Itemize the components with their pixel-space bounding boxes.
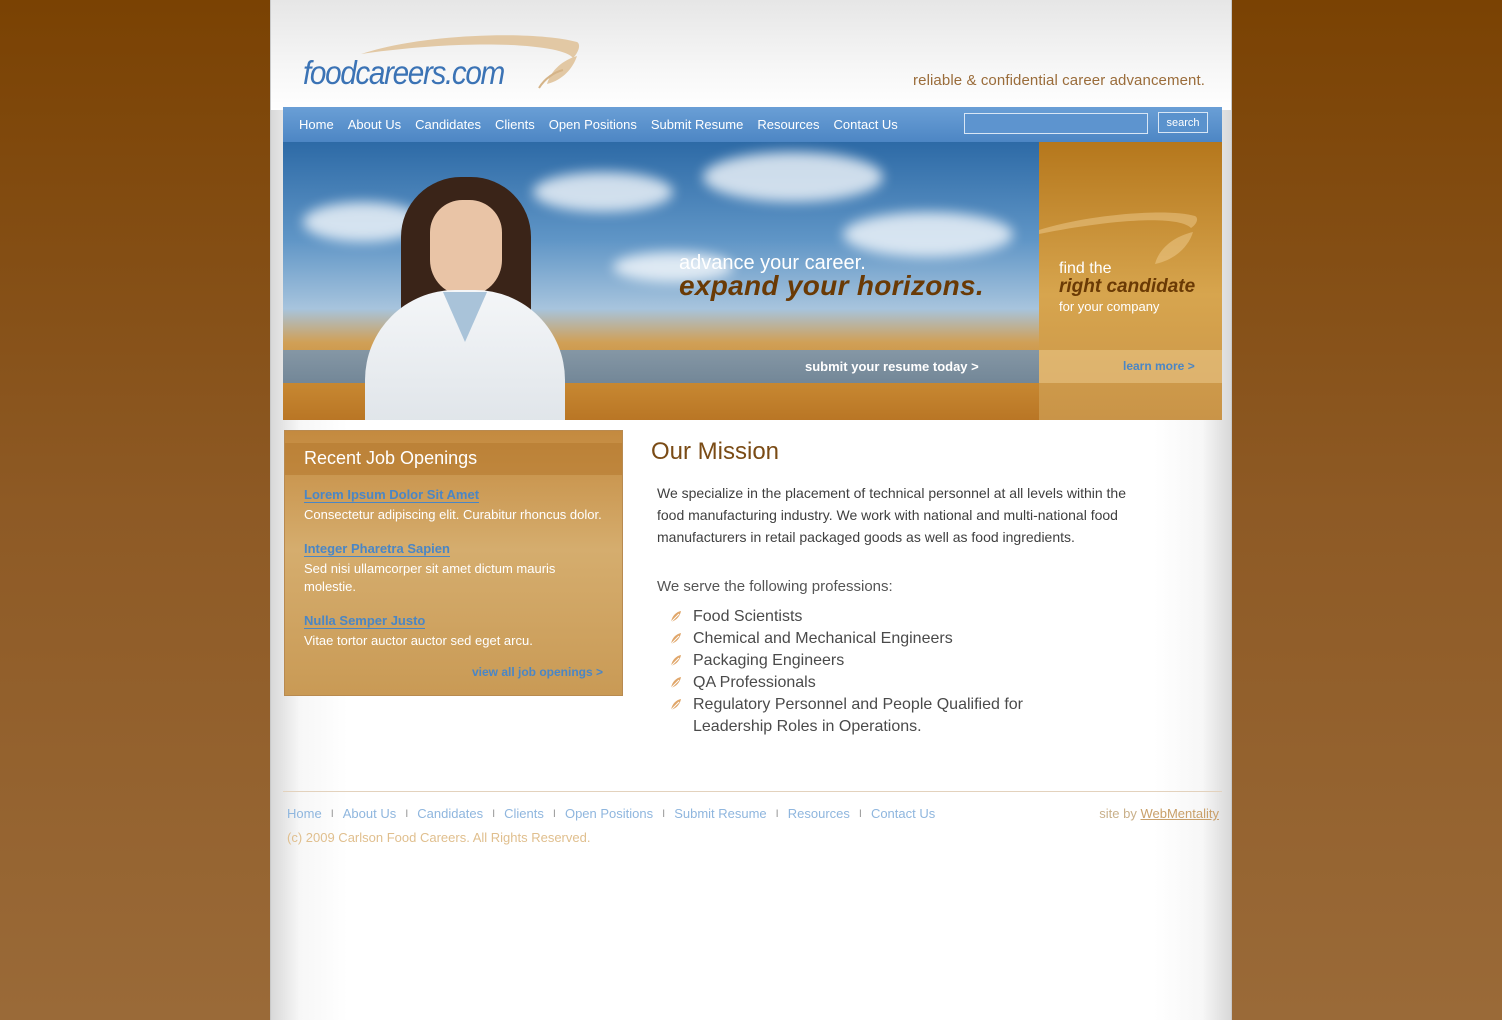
footer-separator: I — [662, 807, 666, 820]
mission-text: We specialize in the placement of techni… — [657, 485, 1126, 545]
job-item: Nulla Semper Justo Vitae tortor auctor a… — [304, 612, 609, 650]
nav-contact-us[interactable]: Contact Us — [827, 107, 905, 142]
nav-home[interactable]: Home — [292, 107, 341, 142]
job-title-link[interactable]: Nulla Semper Justo — [304, 613, 426, 629]
footer-link-home[interactable]: Home — [287, 806, 322, 821]
footer-separator: I — [858, 807, 862, 820]
profession-label: Regulatory Personnel and People Qualifie… — [693, 696, 1023, 735]
cloud-shape — [703, 152, 883, 202]
footer-link-resources[interactable]: Resources — [788, 806, 850, 821]
nav-about-us[interactable]: About Us — [341, 107, 408, 142]
footer-link-submit-resume[interactable]: Submit Resume — [674, 806, 766, 821]
search-button[interactable]: search — [1158, 112, 1208, 133]
page-container: foodcareers.com reliable & confidential … — [270, 0, 1232, 1020]
mission-title: Our Mission — [651, 438, 780, 465]
recent-jobs-panel: Recent Job Openings Lorem Ipsum Dolor Si… — [284, 430, 623, 696]
wheat-leaf-icon — [670, 655, 681, 667]
learn-more-link[interactable]: learn more > — [1123, 359, 1195, 373]
site-credit: site by WebMentality — [1099, 806, 1219, 821]
wheat-leaf-icon — [670, 677, 681, 689]
nav-resources[interactable]: Resources — [750, 107, 826, 142]
footer-separator: I — [492, 807, 496, 820]
footer-link-about-us[interactable]: About Us — [343, 806, 396, 821]
cloud-shape — [533, 172, 673, 212]
job-description: Vitae tortor auctor auctor sed eget arcu… — [304, 633, 533, 648]
hero-headline-2: expand your horizons. — [679, 270, 985, 301]
site-logo[interactable]: foodcareers.com — [301, 32, 591, 96]
footer-nav: Home I About Us I Candidates I Clients I… — [287, 806, 935, 821]
footer-link-candidates[interactable]: Candidates — [417, 806, 483, 821]
profession-label: Food Scientists — [693, 608, 803, 625]
profession-label: Chemical and Mechanical Engineers — [693, 630, 953, 647]
list-item: Packaging Engineers — [669, 650, 1069, 672]
client-promo: find the right candidate for your compan… — [1039, 142, 1222, 420]
job-description: Consectetur adipiscing elit. Curabitur r… — [304, 507, 602, 522]
footer-separator: I — [552, 807, 556, 820]
list-item: Regulatory Personnel and People Qualifie… — [669, 694, 1069, 738]
job-title-link[interactable]: Lorem Ipsum Dolor Sit Amet — [304, 487, 480, 503]
site-by-prefix: site by — [1099, 806, 1137, 821]
footer-link-open-positions[interactable]: Open Positions — [565, 806, 653, 821]
job-description: Sed nisi ullamcorper sit amet dictum mau… — [304, 561, 556, 594]
profession-label: QA Professionals — [693, 674, 816, 691]
job-item: Lorem Ipsum Dolor Sit Amet Consectetur a… — [304, 486, 609, 524]
search-input[interactable] — [964, 113, 1148, 134]
wheat-leaf-icon — [670, 611, 681, 623]
jobs-title: Recent Job Openings — [304, 448, 478, 468]
list-item: Chemical and Mechanical Engineers — [669, 628, 1069, 650]
job-title-link[interactable]: Integer Pharetra Sapien — [304, 541, 450, 557]
hero-banner: advance your career. expand your horizon… — [283, 142, 1039, 420]
list-item: Food Scientists — [669, 606, 1069, 628]
woman-face — [430, 200, 502, 296]
logo-text: foodcareers.com — [303, 54, 505, 91]
wheat-leaf-icon — [670, 699, 681, 711]
nav-candidates[interactable]: Candidates — [408, 107, 488, 142]
footer-separator: I — [330, 807, 334, 820]
list-item: QA Professionals — [669, 672, 1069, 694]
promo-line-3: for your company — [1059, 299, 1160, 314]
view-all-jobs-link[interactable]: view all job openings > — [472, 665, 603, 679]
main-nav: Home About Us Candidates Clients Open Po… — [283, 107, 1222, 142]
cloud-shape — [843, 212, 1013, 257]
footer-link-contact-us[interactable]: Contact Us — [871, 806, 935, 821]
webmentality-link[interactable]: WebMentality — [1140, 806, 1219, 821]
promo-line-2: right candidate — [1059, 276, 1196, 297]
profession-label: Packaging Engineers — [693, 652, 845, 669]
nav-clients[interactable]: Clients — [488, 107, 542, 142]
wheat-leaf-icon — [670, 633, 681, 645]
submit-resume-link[interactable]: submit your resume today > — [805, 359, 979, 374]
footer-link-clients[interactable]: Clients — [504, 806, 544, 821]
nav-open-positions[interactable]: Open Positions — [542, 107, 644, 142]
mission-serve-text: We serve the following professions: — [657, 578, 893, 595]
nav-submit-resume[interactable]: Submit Resume — [644, 107, 750, 142]
footer-separator: I — [405, 807, 409, 820]
footer-separator: I — [775, 807, 779, 820]
copyright-text: (c) 2009 Carlson Food Careers. All Right… — [287, 830, 591, 845]
professions-list: Food Scientists Chemical and Mechanical … — [669, 606, 1069, 738]
footer-divider — [283, 791, 1222, 792]
tagline: reliable & confidential career advanceme… — [913, 72, 1205, 89]
job-item: Integer Pharetra Sapien Sed nisi ullamco… — [304, 540, 609, 596]
